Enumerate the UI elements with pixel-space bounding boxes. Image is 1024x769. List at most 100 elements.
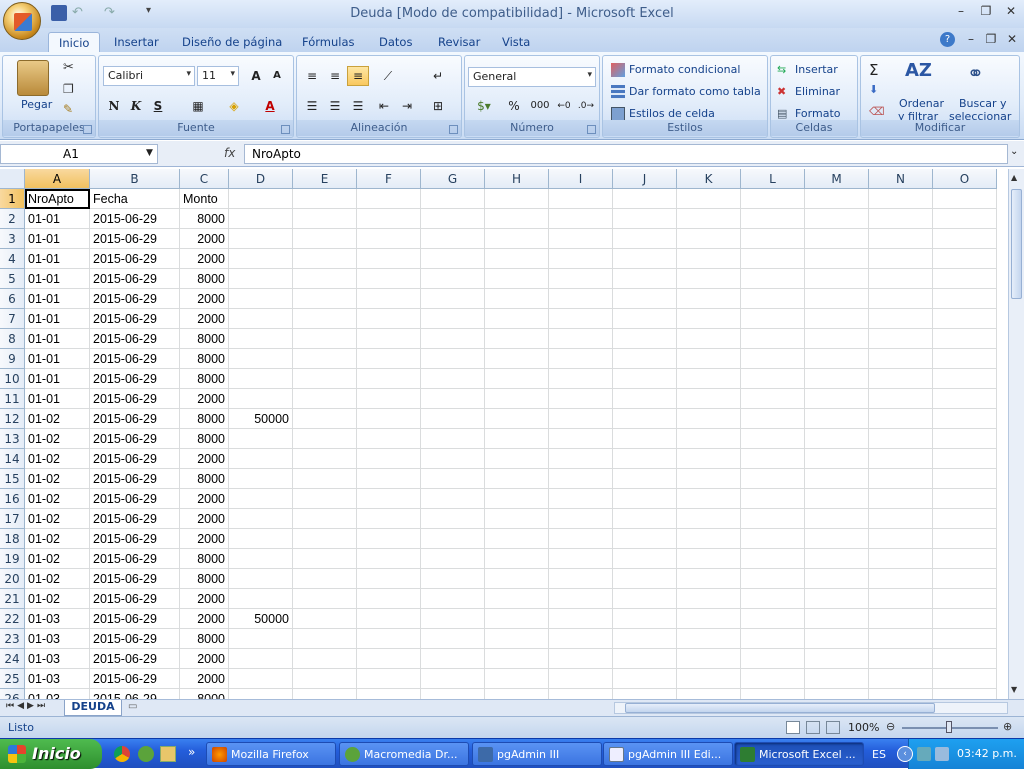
row-header[interactable]: 13: [0, 429, 25, 449]
font-color-icon[interactable]: A: [259, 96, 281, 116]
cell-m10[interactable]: [805, 369, 869, 389]
cell-c19[interactable]: 8000: [180, 549, 229, 569]
cell-a20[interactable]: 01-02: [25, 569, 90, 589]
cell-e9[interactable]: [293, 349, 357, 369]
cell-d17[interactable]: [229, 509, 293, 529]
cell-g3[interactable]: [421, 229, 485, 249]
cell-m20[interactable]: [805, 569, 869, 589]
cell-e26[interactable]: [293, 689, 357, 699]
cell-k15[interactable]: [677, 469, 741, 489]
row-header[interactable]: 10: [0, 369, 25, 389]
cell-i8[interactable]: [549, 329, 613, 349]
cell-c5[interactable]: 8000: [180, 269, 229, 289]
thousands-button[interactable]: 000: [527, 96, 553, 116]
cell-g10[interactable]: [421, 369, 485, 389]
row-header[interactable]: 26: [0, 689, 25, 699]
task-macromedia[interactable]: Macromedia Dr...: [339, 742, 469, 766]
cell-b8[interactable]: 2015-06-29: [90, 329, 180, 349]
cell-h12[interactable]: [485, 409, 549, 429]
cell-b11[interactable]: 2015-06-29: [90, 389, 180, 409]
cell-k16[interactable]: [677, 489, 741, 509]
cell-d12[interactable]: 50000: [229, 409, 293, 429]
cell-i22[interactable]: [549, 609, 613, 629]
cell-f14[interactable]: [357, 449, 421, 469]
column-header-n[interactable]: N: [869, 169, 933, 189]
cell-d25[interactable]: [229, 669, 293, 689]
cell-m13[interactable]: [805, 429, 869, 449]
cell-l4[interactable]: [741, 249, 805, 269]
cell-b5[interactable]: 2015-06-29: [90, 269, 180, 289]
cell-i24[interactable]: [549, 649, 613, 669]
cell-h9[interactable]: [485, 349, 549, 369]
cell-l21[interactable]: [741, 589, 805, 609]
cell-g18[interactable]: [421, 529, 485, 549]
cell-c12[interactable]: 8000: [180, 409, 229, 429]
wrap-text-icon[interactable]: ↵: [427, 66, 449, 86]
grow-font-icon[interactable]: A: [245, 66, 267, 86]
cell-c16[interactable]: 2000: [180, 489, 229, 509]
cell-a15[interactable]: 01-02: [25, 469, 90, 489]
cell-l2[interactable]: [741, 209, 805, 229]
row-header[interactable]: 5: [0, 269, 25, 289]
cell-m3[interactable]: [805, 229, 869, 249]
cell-j25[interactable]: [613, 669, 677, 689]
find-select-icon[interactable]: ⚭: [967, 61, 984, 85]
cell-f22[interactable]: [357, 609, 421, 629]
minimize-icon[interactable]: –: [952, 4, 970, 20]
cell-k20[interactable]: [677, 569, 741, 589]
cell-k13[interactable]: [677, 429, 741, 449]
cell-a21[interactable]: 01-02: [25, 589, 90, 609]
cell-a4[interactable]: 01-01: [25, 249, 90, 269]
cell-g14[interactable]: [421, 449, 485, 469]
conditional-format-button[interactable]: Formato condicional: [629, 63, 740, 76]
column-header-a[interactable]: A: [25, 169, 90, 189]
cell-j3[interactable]: [613, 229, 677, 249]
clear-icon[interactable]: ⌫: [869, 105, 885, 118]
cell-k10[interactable]: [677, 369, 741, 389]
vertical-scrollbar[interactable]: ▲ ▼: [1008, 169, 1024, 699]
column-header-k[interactable]: K: [677, 169, 741, 189]
paste-button[interactable]: Pegar: [21, 98, 52, 111]
cell-i10[interactable]: [549, 369, 613, 389]
zoom-out-icon[interactable]: ⊖: [886, 720, 895, 733]
cell-b19[interactable]: 2015-06-29: [90, 549, 180, 569]
cell-n4[interactable]: [869, 249, 933, 269]
cell-l14[interactable]: [741, 449, 805, 469]
office-button[interactable]: [3, 2, 41, 40]
cell-i9[interactable]: [549, 349, 613, 369]
cell-l15[interactable]: [741, 469, 805, 489]
cell-l5[interactable]: [741, 269, 805, 289]
cell-n3[interactable]: [869, 229, 933, 249]
align-middle-icon[interactable]: ≡: [324, 66, 346, 86]
cell-o1[interactable]: [933, 189, 997, 209]
cell-n10[interactable]: [869, 369, 933, 389]
clipboard-launcher-icon[interactable]: [83, 125, 92, 134]
cell-i2[interactable]: [549, 209, 613, 229]
percent-button[interactable]: %: [503, 96, 525, 116]
cell-o22[interactable]: [933, 609, 997, 629]
cell-i19[interactable]: [549, 549, 613, 569]
cell-b26[interactable]: 2015-06-29: [90, 689, 180, 699]
cell-o21[interactable]: [933, 589, 997, 609]
cell-j20[interactable]: [613, 569, 677, 589]
cell-l19[interactable]: [741, 549, 805, 569]
cell-l23[interactable]: [741, 629, 805, 649]
shrink-font-icon[interactable]: A: [266, 66, 288, 86]
cell-o23[interactable]: [933, 629, 997, 649]
row-header[interactable]: 15: [0, 469, 25, 489]
currency-icon[interactable]: $▾: [469, 96, 499, 116]
cell-f23[interactable]: [357, 629, 421, 649]
cell-l17[interactable]: [741, 509, 805, 529]
cell-g11[interactable]: [421, 389, 485, 409]
cell-i14[interactable]: [549, 449, 613, 469]
task-firefox[interactable]: Mozilla Firefox: [206, 742, 336, 766]
cell-j10[interactable]: [613, 369, 677, 389]
cell-o16[interactable]: [933, 489, 997, 509]
restore-icon[interactable]: ❐: [977, 4, 995, 20]
cell-a13[interactable]: 01-02: [25, 429, 90, 449]
cell-o15[interactable]: [933, 469, 997, 489]
insert-sheet-icon[interactable]: ▭: [128, 701, 137, 712]
cell-g15[interactable]: [421, 469, 485, 489]
cell-j6[interactable]: [613, 289, 677, 309]
cell-i15[interactable]: [549, 469, 613, 489]
